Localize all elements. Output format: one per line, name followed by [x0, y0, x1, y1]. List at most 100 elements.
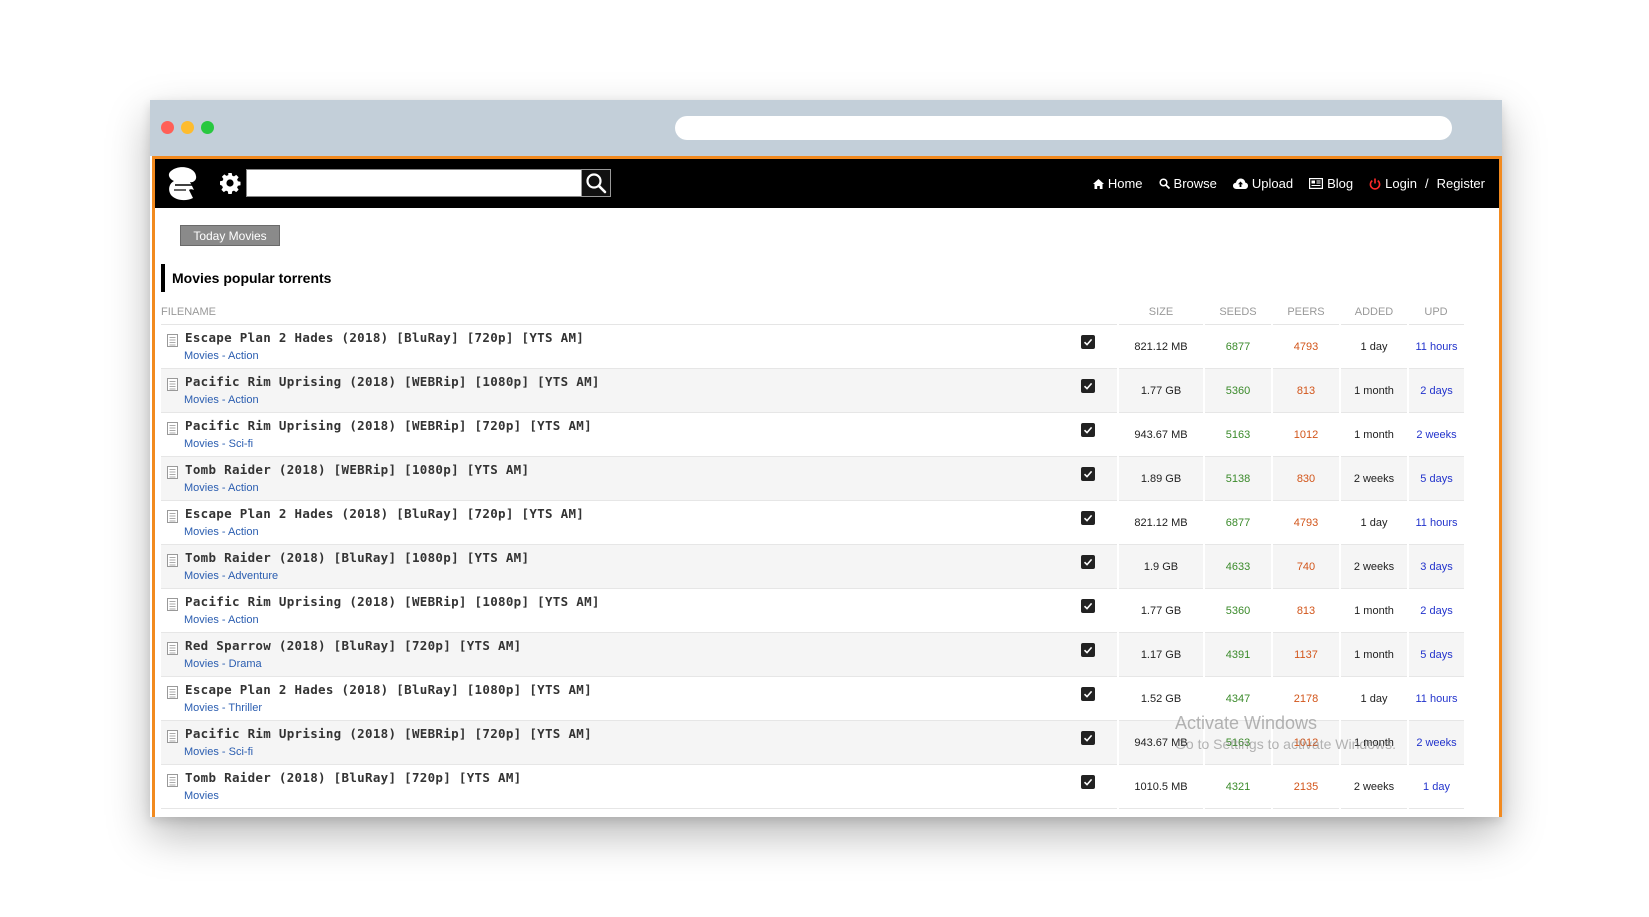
checkbox-cell — [1058, 500, 1118, 545]
checkbox-cell — [1058, 588, 1118, 633]
torrent-title-link[interactable]: Tomb Raider (2018) [WEBRip] [1080p] [YTS… — [185, 462, 529, 477]
category-link[interactable]: Movies — [184, 790, 219, 802]
checkbox[interactable] — [1080, 511, 1095, 525]
category-link[interactable]: Movies — [184, 526, 219, 538]
checkmark-icon — [1083, 470, 1092, 478]
file-icon — [167, 466, 178, 479]
category-link[interactable]: Movies — [184, 570, 219, 582]
file-icon — [167, 554, 178, 567]
table-row[interactable]: Escape Plan 2 Hades (2018) [BluRay] [108… — [161, 676, 1464, 721]
seeds-cell: 5138 — [1203, 456, 1272, 501]
category-link[interactable]: Movies — [184, 614, 219, 626]
filename-cell: Red Sparrow (2018) [BluRay] [720p] [YTS … — [161, 632, 1058, 677]
today-movies-button[interactable]: Today Movies — [180, 225, 280, 246]
subcategory-link[interactable]: Drama — [229, 658, 262, 670]
subcategory-link[interactable]: Action — [228, 482, 259, 494]
size-cell: 1.17 GB — [1117, 632, 1204, 677]
nav-blog-link[interactable]: Blog — [1309, 176, 1353, 191]
category-link[interactable]: Movies — [184, 658, 219, 670]
torrent-title-link[interactable]: Escape Plan 2 Hades (2018) [BluRay] [720… — [185, 506, 584, 521]
subcategory-link[interactable]: Sci-fi — [229, 746, 253, 758]
checkbox[interactable] — [1080, 555, 1095, 569]
table-row[interactable]: Pacific Rim Uprising (2018) [WEBRip] [10… — [161, 588, 1464, 633]
checkbox[interactable] — [1080, 731, 1095, 745]
checkbox[interactable] — [1080, 599, 1095, 613]
added-cell: 1 day — [1339, 500, 1408, 545]
size-cell: 943.67 MB — [1117, 720, 1204, 765]
file-icon — [167, 686, 178, 699]
subcategory-link[interactable]: Adventure — [228, 570, 278, 582]
browser-title-bar — [150, 100, 1502, 156]
filename-cell: Escape Plan 2 Hades (2018) [BluRay] [108… — [161, 676, 1058, 721]
table-row[interactable]: Pacific Rim Uprising (2018) [WEBRip] [72… — [161, 720, 1464, 765]
torrent-title-link[interactable]: Pacific Rim Uprising (2018) [WEBRip] [10… — [185, 594, 600, 609]
nav-upload-link[interactable]: Upload — [1232, 176, 1293, 191]
subcategory-link[interactable]: Sci-fi — [229, 438, 253, 450]
nav-home-link[interactable]: Home — [1092, 176, 1143, 191]
torrent-category: Movies - Action — [184, 614, 259, 626]
search-button[interactable] — [581, 169, 611, 197]
subcategory-link[interactable]: Action — [228, 614, 259, 626]
category-link[interactable]: Movies — [184, 702, 219, 714]
nav-browse-link[interactable]: Browse — [1158, 176, 1217, 191]
file-icon — [167, 510, 178, 523]
seeds-cell: 4347 — [1203, 676, 1272, 721]
checkbox[interactable] — [1080, 467, 1095, 481]
upd-column-header[interactable]: UPD — [1408, 300, 1464, 325]
subcategory-link[interactable]: Action — [228, 350, 259, 362]
category-link[interactable]: Movies — [184, 746, 219, 758]
login-link[interactable]: Login — [1385, 176, 1417, 191]
size-column-header[interactable]: SIZE — [1118, 300, 1204, 325]
checkbox[interactable] — [1080, 643, 1095, 657]
register-link[interactable]: Register — [1437, 176, 1485, 191]
peers-column-header[interactable]: PEERS — [1272, 300, 1340, 325]
torrent-title-link[interactable]: Pacific Rim Uprising (2018) [WEBRip] [72… — [185, 418, 592, 433]
added-cell: 2 weeks — [1339, 456, 1408, 501]
torrent-title-link[interactable]: Escape Plan 2 Hades (2018) [BluRay] [720… — [185, 330, 584, 345]
table-row[interactable]: Escape Plan 2 Hades (2018) [BluRay] [720… — [161, 500, 1464, 545]
added-column-header[interactable]: ADDED — [1340, 300, 1408, 325]
seeds-cell: 4633 — [1203, 544, 1272, 589]
peers-cell: 813 — [1271, 588, 1340, 633]
table-row[interactable]: Pacific Rim Uprising (2018) [WEBRip] [72… — [161, 412, 1464, 457]
address-bar[interactable] — [675, 116, 1452, 140]
torrent-title-link[interactable]: Tomb Raider (2018) [BluRay] [1080p] [YTS… — [185, 550, 529, 565]
table-row[interactable]: Tomb Raider (2018) [BluRay] [720p] [YTS … — [161, 764, 1464, 809]
table-row[interactable]: Tomb Raider (2018) [WEBRip] [1080p] [YTS… — [161, 456, 1464, 501]
close-window-button[interactable] — [161, 121, 174, 134]
seeds-column-header[interactable]: SEEDS — [1204, 300, 1272, 325]
subcategory-link[interactable]: Action — [228, 394, 259, 406]
upd-cell: 1 day — [1407, 764, 1464, 809]
torrent-title-link[interactable]: Tomb Raider (2018) [BluRay] [720p] [YTS … — [185, 770, 522, 785]
table-row[interactable]: Red Sparrow (2018) [BluRay] [720p] [YTS … — [161, 632, 1464, 677]
table-row[interactable]: Tomb Raider (2018) [BluRay] [1080p] [YTS… — [161, 544, 1464, 589]
filename-column-header[interactable]: FILENAME — [161, 300, 1058, 325]
subcategory-link[interactable]: Action — [228, 526, 259, 538]
checkbox[interactable] — [1080, 423, 1095, 437]
minimize-window-button[interactable] — [181, 121, 194, 134]
site-logo-icon[interactable] — [163, 165, 201, 203]
checkbox[interactable] — [1080, 775, 1095, 789]
category-link[interactable]: Movies — [184, 350, 219, 362]
category-link[interactable]: Movies — [184, 438, 219, 450]
torrent-title-link[interactable]: Pacific Rim Uprising (2018) [WEBRip] [72… — [185, 726, 592, 741]
settings-gear-icon[interactable] — [218, 171, 242, 195]
page-viewport: Home Browse Upload Blog Login / Register… — [152, 156, 1502, 817]
search-input[interactable] — [246, 169, 582, 197]
seeds-cell: 5360 — [1203, 588, 1272, 633]
torrent-title-link[interactable]: Pacific Rim Uprising (2018) [WEBRip] [10… — [185, 374, 600, 389]
torrent-title-link[interactable]: Escape Plan 2 Hades (2018) [BluRay] [108… — [185, 682, 592, 697]
size-cell: 1.77 GB — [1117, 368, 1204, 413]
checkbox[interactable] — [1080, 379, 1095, 393]
table-row[interactable]: Pacific Rim Uprising (2018) [WEBRip] [10… — [161, 368, 1464, 413]
subcategory-link[interactable]: Thriller — [228, 702, 262, 714]
category-link[interactable]: Movies — [184, 482, 219, 494]
maximize-window-button[interactable] — [201, 121, 214, 134]
size-cell: 1.89 GB — [1117, 456, 1204, 501]
table-row[interactable]: Escape Plan 2 Hades (2018) [BluRay] [720… — [161, 324, 1464, 369]
category-link[interactable]: Movies — [184, 394, 219, 406]
search-icon — [586, 173, 607, 194]
checkbox[interactable] — [1080, 335, 1095, 349]
checkbox[interactable] — [1080, 687, 1095, 701]
torrent-title-link[interactable]: Red Sparrow (2018) [BluRay] [720p] [YTS … — [185, 638, 522, 653]
